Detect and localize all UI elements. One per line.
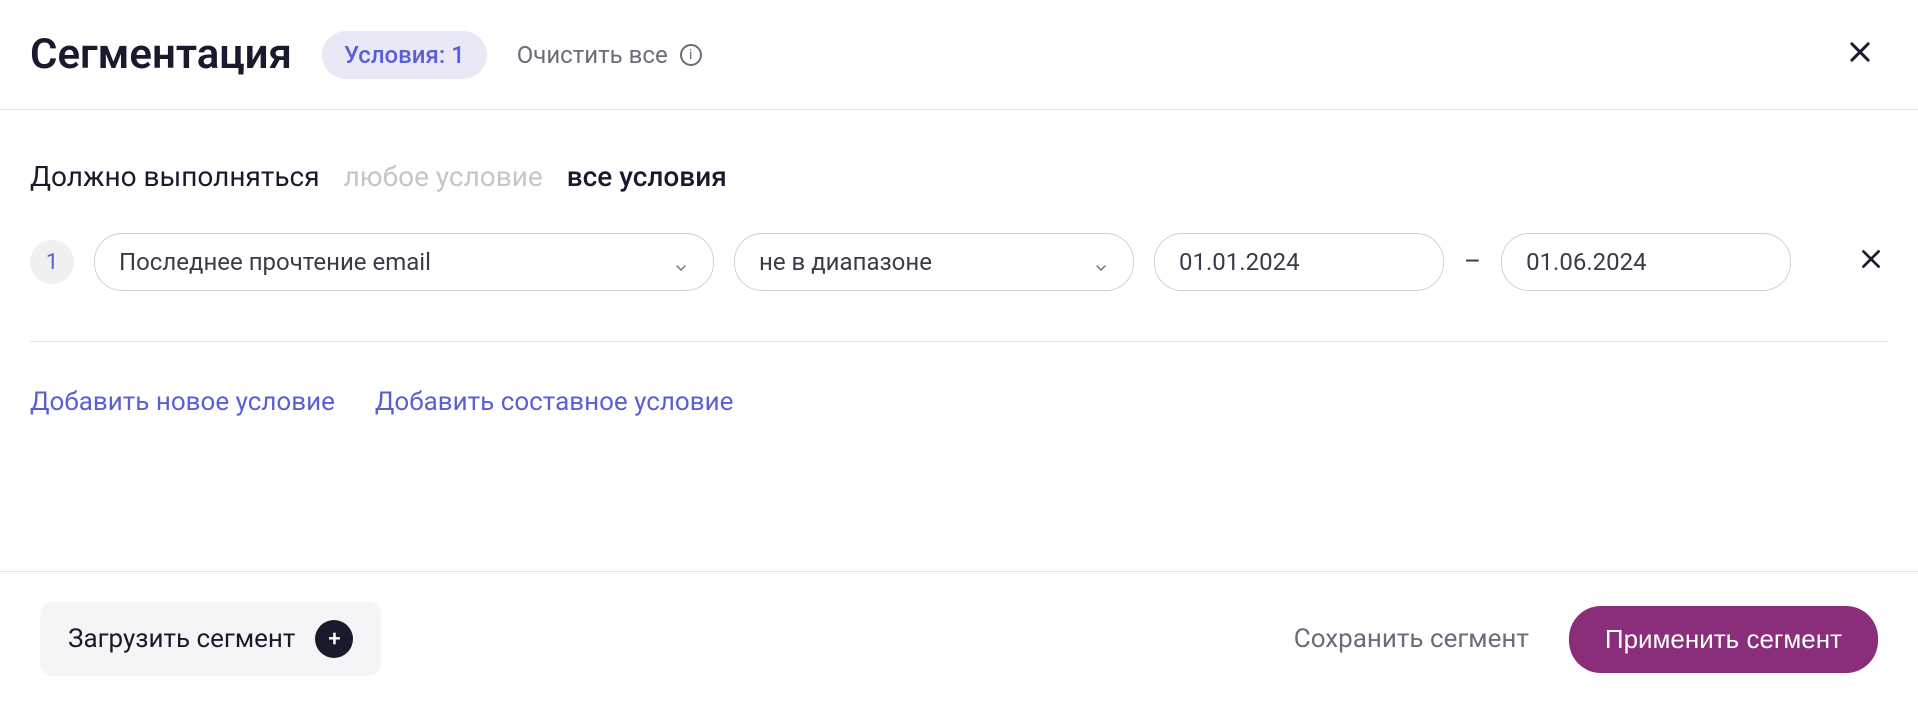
page-title: Сегментация xyxy=(30,30,292,79)
condition-number-badge: 1 xyxy=(30,240,74,284)
close-icon[interactable] xyxy=(1842,32,1878,78)
mode-all-option[interactable]: все условия xyxy=(567,160,727,193)
load-segment-label: Загрузить сегмент xyxy=(68,624,295,654)
clear-all-button[interactable]: Очистить все i xyxy=(517,41,702,69)
clear-all-label: Очистить все xyxy=(517,41,668,69)
condition-field-select[interactable]: Последнее прочтение email xyxy=(94,233,714,291)
add-compound-condition-link[interactable]: Добавить составное условие xyxy=(375,387,734,417)
condition-mode-label: Должно выполняться xyxy=(30,160,320,193)
header: Сегментация Условия: 1 Очистить все i xyxy=(0,0,1918,110)
condition-field-value: Последнее прочтение email xyxy=(119,248,673,276)
date-range-separator: – xyxy=(1464,247,1481,277)
condition-operator-value: не в диапазоне xyxy=(759,248,1093,276)
date-from-input[interactable]: 01.01.2024 xyxy=(1154,233,1444,291)
footer-right: Сохранить сегмент Применить сегмент xyxy=(1294,606,1878,673)
info-icon[interactable]: i xyxy=(680,44,702,66)
chevron-down-icon xyxy=(673,254,689,270)
condition-mode-row: Должно выполняться любое условие все усл… xyxy=(30,160,1888,193)
footer: Загрузить сегмент + Сохранить сегмент Пр… xyxy=(0,571,1918,706)
remove-condition-icon[interactable] xyxy=(1854,241,1888,284)
save-segment-button[interactable]: Сохранить сегмент xyxy=(1294,624,1529,654)
date-to-input[interactable]: 01.06.2024 xyxy=(1501,233,1791,291)
content-area: Должно выполняться любое условие все усл… xyxy=(0,110,1918,447)
chevron-down-icon xyxy=(1093,254,1109,270)
conditions-count-badge: Условия: 1 xyxy=(322,31,487,79)
apply-segment-button[interactable]: Применить сегмент xyxy=(1569,606,1878,673)
load-segment-button[interactable]: Загрузить сегмент + xyxy=(40,602,381,676)
condition-operator-select[interactable]: не в диапазоне xyxy=(734,233,1134,291)
add-condition-links: Добавить новое условие Добавить составно… xyxy=(30,387,1888,417)
plus-icon: + xyxy=(315,620,353,658)
mode-any-option[interactable]: любое условие xyxy=(344,160,543,193)
condition-row: 1 Последнее прочтение email не в диапазо… xyxy=(30,233,1888,342)
add-new-condition-link[interactable]: Добавить новое условие xyxy=(30,387,335,417)
